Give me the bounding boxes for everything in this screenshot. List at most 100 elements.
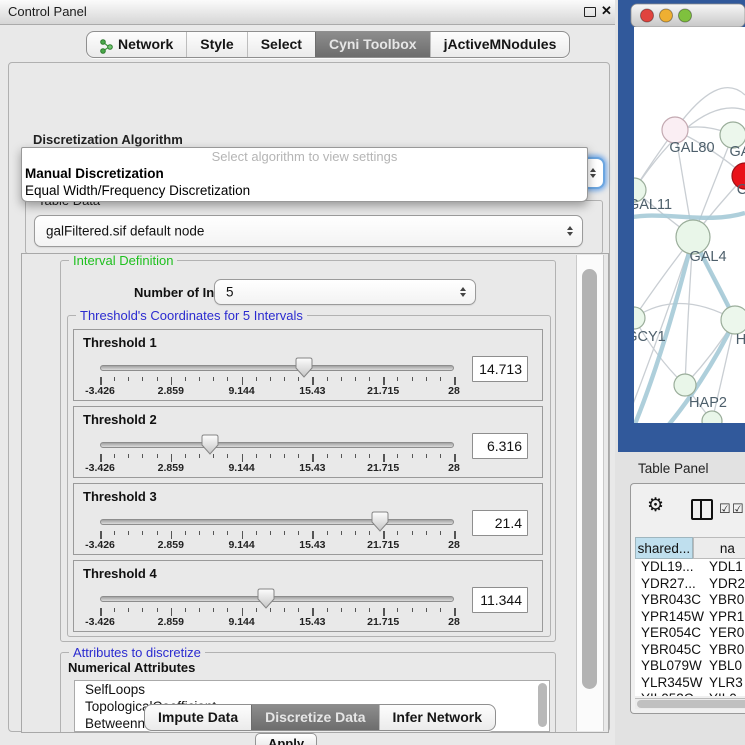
cell-name: YER0 — [709, 625, 744, 640]
vertical-scrollbar-track[interactable] — [576, 255, 604, 731]
panel-title: Control Panel — [8, 4, 87, 19]
table-row[interactable]: YPR145WYPR1 — [635, 609, 745, 626]
dropdown-option-equal-width-frequency-discretization[interactable]: Equal Width/Frequency Discretization — [22, 182, 587, 199]
slider-thumb-icon[interactable] — [295, 357, 313, 378]
tick-mark — [412, 531, 413, 535]
threshold-slider[interactable] — [100, 357, 454, 378]
network-node[interactable] — [721, 306, 745, 334]
checkbox-icon[interactable]: ☑ — [732, 501, 744, 517]
table-row[interactable]: YER054CYER0 — [635, 625, 745, 642]
thresholds-group-title: Threshold's Coordinates for 5 Intervals — [76, 308, 307, 323]
tick-mark — [454, 531, 456, 539]
zoom-traffic-light[interactable] — [679, 9, 692, 22]
node-label: GAL4 — [689, 249, 726, 265]
threshold-slider[interactable] — [100, 434, 454, 455]
threshold-slider[interactable] — [100, 588, 454, 609]
slider-thumb-icon[interactable] — [257, 588, 275, 609]
cell-name: YBL0 — [709, 658, 742, 673]
threshold-value-field[interactable] — [472, 587, 528, 613]
column-header-na[interactable]: na — [693, 537, 745, 559]
tab-impute-data[interactable]: Impute Data — [145, 705, 251, 730]
tick-mark — [412, 377, 413, 381]
node-label: GAL11 — [628, 197, 672, 213]
tick-mark — [199, 608, 200, 612]
close-icon[interactable]: ✕ — [601, 3, 612, 19]
tick-mark — [171, 454, 173, 462]
gear-icon[interactable]: ⚙ — [647, 496, 664, 516]
num-intervals-combobox[interactable]: 5 — [214, 279, 476, 305]
slider-thumb-icon[interactable] — [371, 511, 389, 532]
network-node[interactable] — [674, 374, 696, 396]
tab-network[interactable]: Network — [87, 32, 186, 57]
float-window-icon[interactable] — [584, 7, 596, 17]
split-view-icon[interactable] — [691, 499, 713, 520]
table-data-combobox[interactable]: galFiltered.sif default node — [34, 215, 583, 247]
tick-label: 2.859 — [158, 385, 184, 397]
attribute-item-selfloops[interactable]: SelfLoops — [75, 681, 549, 698]
tick-mark — [199, 377, 200, 381]
tick-label: 15.43 — [299, 462, 325, 474]
tick-mark — [213, 608, 214, 612]
dropdown-option-manual-discretization[interactable]: Manual Discretization — [22, 165, 587, 182]
vertical-scrollbar-thumb[interactable] — [582, 269, 597, 689]
slider-track[interactable] — [100, 442, 454, 448]
cell-shared-name: YLR345W — [635, 675, 709, 692]
tick-label: -3.426 — [85, 462, 115, 474]
horizontal-scrollbar-thumb[interactable] — [637, 700, 745, 708]
close-traffic-light[interactable] — [641, 9, 654, 22]
tick-mark — [284, 608, 285, 612]
horizontal-scrollbar-track[interactable] — [635, 698, 745, 709]
slider-thumb-icon[interactable] — [201, 434, 219, 455]
cell-shared-name: YBR043C — [635, 592, 709, 609]
tick-mark — [213, 377, 214, 381]
tab-discretize-data[interactable]: Discretize Data — [251, 705, 378, 730]
threshold-value-field[interactable] — [472, 510, 528, 536]
tick-mark — [284, 377, 285, 381]
tick-label: 9.144 — [228, 539, 254, 551]
tab-select[interactable]: Select — [247, 32, 315, 57]
threshold-label: Threshold 3 — [83, 489, 157, 504]
tab-infer-network[interactable]: Infer Network — [379, 705, 495, 730]
threshold-value-field[interactable] — [472, 356, 528, 382]
network-view-window[interactable]: GAL80GACGAL11GAL4GCY1HHAP2 — [618, 0, 745, 452]
tick-mark — [454, 377, 456, 385]
checkbox-icon[interactable]: ☑ — [719, 501, 731, 517]
algorithm-combobox[interactable] — [585, 157, 605, 189]
tick-mark — [383, 377, 385, 385]
tick-mark — [128, 454, 129, 458]
column-header-shared[interactable]: shared... — [635, 537, 693, 559]
table-row[interactable]: YDL19...YDL1 — [635, 559, 745, 576]
tab-label: Style — [200, 32, 233, 57]
table-row[interactable]: YBR045CYBR0 — [635, 642, 745, 659]
threshold-value-field[interactable] — [472, 433, 528, 459]
table-row[interactable]: YLR345WYLR3 — [635, 675, 745, 692]
slider-track[interactable] — [100, 519, 454, 525]
cell-name: YIL0 — [709, 691, 737, 696]
tick-label: 9.144 — [228, 385, 254, 397]
threshold-slider[interactable] — [100, 511, 454, 532]
tab-label: Network — [118, 32, 173, 57]
tick-mark — [440, 454, 441, 458]
attributes-scrollbar[interactable] — [538, 683, 547, 727]
apply-button[interactable]: Apply — [255, 733, 317, 745]
tick-mark — [327, 608, 328, 612]
tick-mark — [270, 531, 271, 535]
tab-jactivemnodules[interactable]: jActiveMNodules — [430, 32, 570, 57]
slider-track[interactable] — [100, 596, 454, 602]
tick-mark — [185, 608, 186, 612]
tab-label: Cyni Toolbox — [329, 32, 417, 57]
table-row[interactable]: YBL079WYBL0 — [635, 658, 745, 675]
minimize-traffic-light[interactable] — [660, 9, 673, 22]
table-row[interactable]: YDR27...YDR2 — [635, 576, 745, 593]
table-row[interactable]: YIL052CYIL0 — [635, 691, 745, 696]
table-row[interactable]: YBR043CYBR0 — [635, 592, 745, 609]
cell-name: YPR1 — [709, 609, 744, 624]
tick-mark — [270, 608, 271, 612]
slider-track[interactable] — [100, 365, 454, 371]
table-panel-title: Table Panel — [638, 461, 709, 476]
tab-cyni-toolbox[interactable]: Cyni Toolbox — [315, 32, 430, 57]
tick-mark — [227, 454, 228, 458]
tab-style[interactable]: Style — [186, 32, 246, 57]
tick-mark — [426, 454, 427, 458]
tick-mark — [454, 608, 456, 616]
